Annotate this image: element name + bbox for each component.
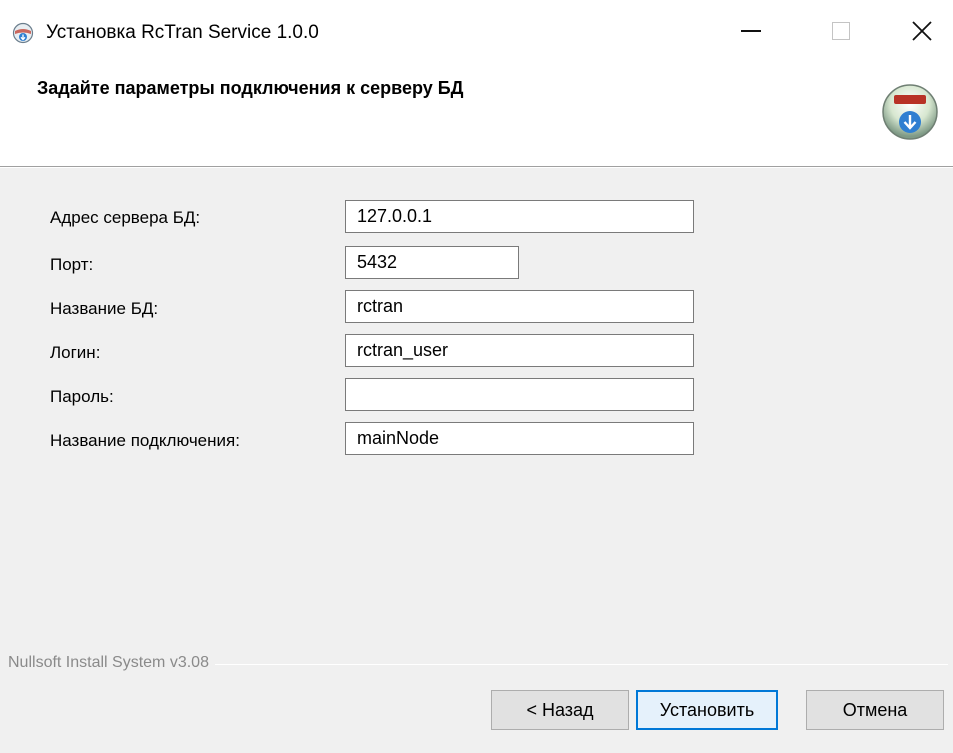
minimize-button[interactable] (720, 0, 782, 62)
server-address-label: Адрес сервера БД: (50, 208, 201, 227)
installer-globe-icon (12, 22, 34, 44)
page-title: Задайте параметры подключения к серверу … (37, 78, 464, 98)
server-address-input[interactable] (345, 200, 694, 233)
port-input[interactable] (345, 246, 519, 279)
nsis-branding-text: Nullsoft Install System v3.08 (8, 652, 215, 674)
close-icon (912, 21, 932, 41)
maximize-button (810, 0, 872, 62)
database-name-label: Название БД: (50, 299, 159, 318)
page-header: Задайте параметры подключения к серверу … (0, 62, 953, 166)
login-label: Логин: (50, 343, 101, 362)
title-bar: Установка RcTran Service 1.0.0 (0, 0, 953, 62)
back-button[interactable]: < Назад (491, 690, 629, 730)
login-input[interactable] (345, 334, 694, 367)
maximize-icon (832, 22, 850, 40)
install-button[interactable]: Установить (636, 690, 778, 730)
connection-name-label: Название подключения: (50, 431, 240, 450)
cancel-button[interactable]: Отмена (806, 690, 944, 730)
port-label: Порт: (50, 255, 94, 274)
password-label: Пароль: (50, 387, 114, 406)
close-button[interactable] (891, 0, 953, 62)
nsis-installer-icon (882, 84, 938, 140)
connection-name-input[interactable] (345, 422, 694, 455)
password-input[interactable] (345, 378, 694, 411)
window-title: Установка RcTran Service 1.0.0 (46, 22, 319, 43)
database-name-input[interactable] (345, 290, 694, 323)
header-separator (0, 166, 953, 168)
installer-window: Установка RcTran Service 1.0.0 Задайте п… (0, 0, 953, 753)
minimize-icon (741, 30, 761, 32)
